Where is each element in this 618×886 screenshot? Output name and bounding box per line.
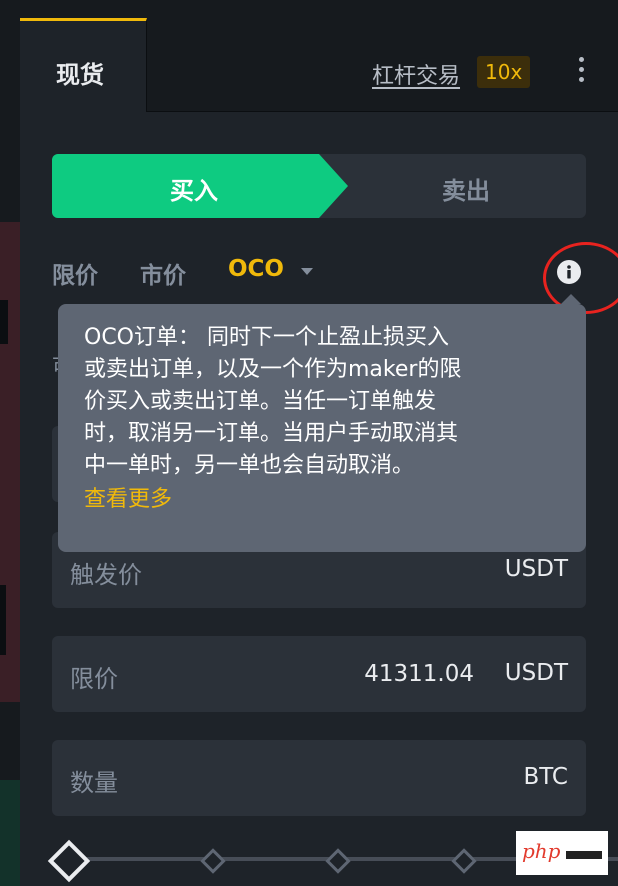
tooltip-line: 价买入或卖出订单。当任一订单触发	[84, 389, 437, 414]
amount-unit: BTC	[523, 764, 568, 790]
top-bar	[20, 0, 618, 18]
orderbook-marker	[0, 300, 8, 344]
trigger-price-unit: USDT	[504, 556, 568, 582]
oco-tooltip: OCO订单： 同时下一个止盈止损买入 或卖出订单，以及一个作为maker的限 价…	[58, 294, 586, 552]
order-type-market[interactable]: 市价	[140, 256, 186, 290]
limit-price-label: 限价	[70, 665, 118, 693]
order-type-oco[interactable]: OCO	[228, 256, 284, 282]
slider-step-50[interactable]	[325, 848, 351, 874]
limit-price-field[interactable]: 限价 41311.04 USDT	[52, 636, 586, 712]
orderbook-bids-edge	[0, 780, 20, 886]
tab-spot-label: 现货	[56, 61, 104, 89]
order-type-limit[interactable]: 限价	[52, 256, 98, 290]
buy-button[interactable]: 买入	[52, 154, 348, 218]
tab-margin[interactable]: 杠杆交易	[372, 58, 460, 90]
trigger-price-label: 触发价	[70, 561, 142, 589]
buy-label: 买入	[170, 177, 218, 205]
slider-step-25[interactable]	[200, 848, 226, 874]
orderbook-edge	[0, 0, 20, 886]
watermark-text: php	[522, 839, 561, 863]
slider-step-75[interactable]	[451, 848, 477, 874]
more-vertical-icon[interactable]	[571, 54, 591, 88]
amount-label: 数量	[70, 769, 118, 797]
caret-down-icon[interactable]	[301, 268, 313, 275]
tooltip-line: OCO订单： 同时下一个止盈止损买入	[84, 325, 449, 350]
slider-knob-icon[interactable]	[47, 839, 91, 883]
learn-more-link[interactable]: 查看更多	[84, 484, 564, 516]
buy-sell-toggle: 买入 卖出	[52, 154, 586, 218]
sell-label: 卖出	[442, 177, 490, 205]
tooltip-line: 或卖出订单，以及一个作为maker的限	[84, 357, 462, 382]
limit-price-unit: USDT	[504, 660, 568, 686]
orderbook-marker	[0, 585, 6, 655]
tab-spot[interactable]: 现货	[20, 18, 147, 112]
tooltip-line: 中一单时，另一单也会自动取消。	[84, 453, 415, 478]
limit-price-value[interactable]: 41311.04	[364, 661, 474, 687]
tab-bar: 杠杆交易 10x	[147, 18, 618, 112]
amount-field[interactable]: 数量 BTC	[52, 740, 586, 816]
tooltip-line: 时，取消另一订单。当用户手动取消其	[84, 421, 459, 446]
leverage-badge[interactable]: 10x	[477, 56, 531, 88]
watermark-logo: php	[516, 831, 608, 875]
sell-button[interactable]: 卖出	[348, 154, 586, 218]
